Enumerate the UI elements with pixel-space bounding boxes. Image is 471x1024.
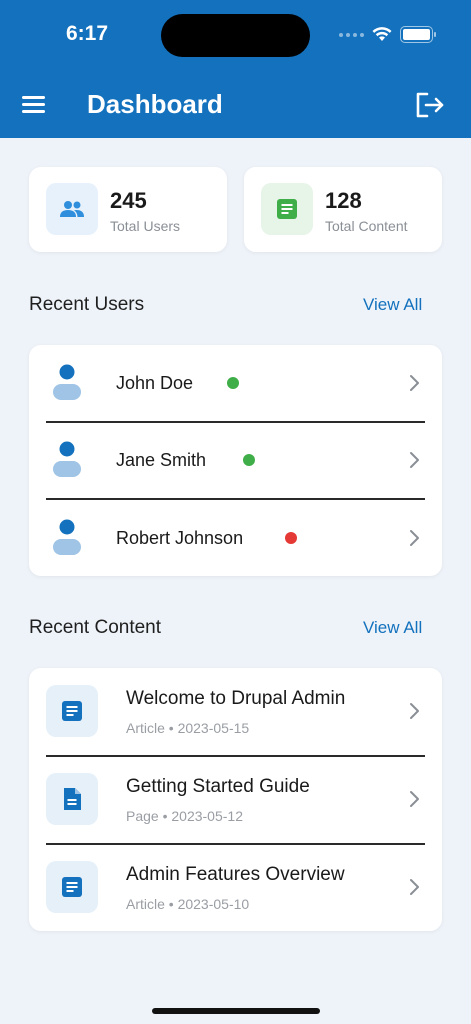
recent-content-list: Welcome to Drupal Admin Article • 2023-0… [29, 668, 442, 931]
total-content-label: Total Content [325, 218, 408, 234]
chevron-right-icon [410, 375, 419, 391]
chevron-right-icon [410, 530, 419, 546]
wifi-icon [372, 27, 392, 41]
status-time: 6:17 [66, 22, 109, 45]
recent-users-list: John Doe Jane Smith Robert Johnson [29, 345, 442, 576]
document-icon [277, 199, 297, 219]
page-title: Dashboard [87, 89, 223, 119]
stat-card-content[interactable]: 128 Total Content [244, 167, 442, 252]
app-bar: 6:17 Dashboard [0, 0, 471, 138]
status-dot-inactive [285, 532, 297, 544]
chevron-right-icon [410, 791, 419, 807]
chevron-right-icon [410, 879, 419, 895]
status-dot-active [227, 377, 239, 389]
content-meta: Page • 2023-05-12 [126, 808, 243, 824]
recent-content-title: Recent Content [29, 617, 162, 638]
signal-icon [339, 32, 364, 37]
user-row[interactable]: Robert Johnson [29, 499, 442, 576]
content-icon-box [261, 183, 313, 235]
user-name: John Doe [116, 373, 194, 393]
recent-users-view-all-link[interactable]: View All [363, 295, 422, 315]
recent-content-view-all-link[interactable]: View All [363, 618, 422, 638]
chevron-right-icon [410, 703, 419, 719]
person-icon [53, 441, 81, 477]
page-icon [64, 788, 81, 810]
logout-icon[interactable] [415, 91, 445, 119]
page-icon-box [46, 773, 98, 825]
dynamic-island [161, 14, 310, 57]
chevron-right-icon [410, 452, 419, 468]
home-indicator[interactable] [152, 1008, 320, 1014]
people-icon [60, 201, 84, 217]
total-users-value: 245 [110, 188, 147, 213]
content-title: Welcome to Drupal Admin [126, 688, 346, 709]
recent-users-title: Recent Users [29, 294, 145, 315]
user-name: Robert Johnson [116, 528, 244, 548]
content-meta: Article • 2023-05-15 [126, 720, 250, 736]
content-row[interactable]: Welcome to Drupal Admin Article • 2023-0… [29, 668, 442, 755]
content-title: Admin Features Overview [126, 864, 345, 885]
user-row[interactable]: John Doe [29, 345, 442, 421]
stat-card-users[interactable]: 245 Total Users [29, 167, 227, 252]
battery-icon [400, 26, 436, 43]
content-row[interactable]: Getting Started Guide Page • 2023-05-12 [29, 756, 442, 843]
person-icon [53, 519, 81, 555]
article-icon-box [46, 685, 98, 737]
total-content-value: 128 [325, 188, 362, 213]
menu-button[interactable] [22, 94, 46, 116]
total-users-label: Total Users [110, 218, 181, 234]
content-title: Getting Started Guide [126, 776, 310, 797]
status-dot-active [243, 454, 255, 466]
content-meta: Article • 2023-05-10 [126, 896, 250, 912]
person-icon [53, 364, 81, 400]
article-icon [62, 877, 82, 897]
article-icon-box [46, 861, 98, 913]
status-icons [339, 26, 436, 43]
users-icon-box [46, 183, 98, 235]
content-row[interactable]: Admin Features Overview Article • 2023-0… [29, 844, 442, 931]
user-row[interactable]: Jane Smith [29, 422, 442, 499]
user-name: Jane Smith [116, 450, 207, 470]
article-icon [62, 701, 82, 721]
